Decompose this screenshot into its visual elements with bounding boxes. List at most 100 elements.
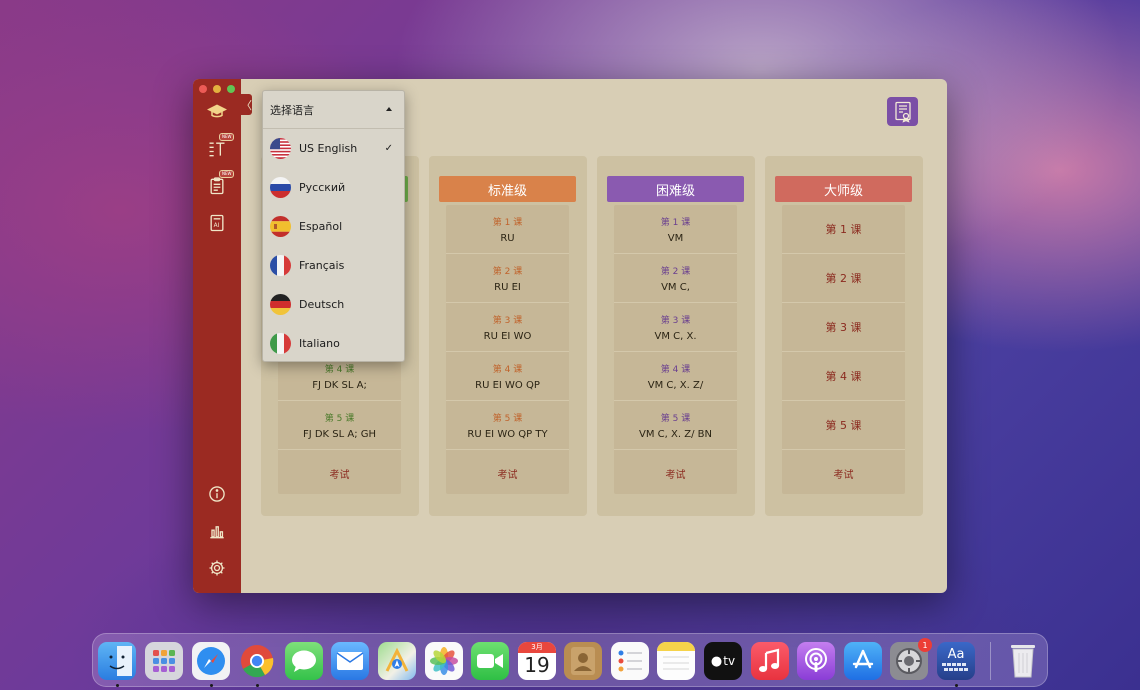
lesson-item[interactable]: 第 3 课 VM C, X. — [614, 303, 737, 352]
language-label: Français — [299, 259, 345, 272]
level-header-hard[interactable]: 困难级 — [607, 176, 744, 202]
lesson-keys: VM C, X. Z/ BN — [639, 428, 712, 440]
language-option-french[interactable]: Français — [263, 246, 404, 285]
facetime-icon[interactable] — [471, 642, 509, 680]
lesson-number: 第 3 课 — [660, 315, 691, 326]
lesson-number: 第 5 课 — [660, 413, 691, 424]
info-icon[interactable] — [205, 483, 229, 505]
lesson-item[interactable]: 第 4 课 — [782, 352, 905, 401]
language-option-spanish[interactable]: Español — [263, 207, 404, 246]
launchpad-icon[interactable] — [145, 642, 183, 680]
lesson-item[interactable]: 第 1 课 — [782, 205, 905, 254]
language-option-us-english[interactable]: US English ✓ — [263, 129, 404, 168]
zoom-window-button[interactable] — [227, 85, 235, 93]
lesson-keys: FJ DK SL A; GH — [302, 428, 377, 440]
level-header-master[interactable]: 大师级 — [775, 176, 912, 202]
lesson-item[interactable]: 第 5 课 RU EI WO QP TY — [446, 401, 569, 450]
exam-item[interactable]: 考试 — [614, 450, 737, 496]
chrome-icon[interactable] — [238, 642, 276, 680]
exam-item[interactable]: 考试 — [446, 450, 569, 496]
lesson-item[interactable]: 第 2 课 VM C, — [614, 254, 737, 303]
new-badge: NEW — [219, 170, 235, 178]
calendar-icon[interactable]: 3月 19 — [518, 642, 556, 680]
lesson-item[interactable]: 第 3 课 RU EI WO — [446, 303, 569, 352]
notes-icon[interactable] — [657, 642, 695, 680]
collapse-sidebar-button[interactable]: 〈 — [241, 94, 252, 115]
lesson-item[interactable]: 第 3 课 — [782, 303, 905, 352]
gear-icon[interactable] — [205, 557, 229, 579]
notification-badge: 1 — [918, 638, 932, 652]
language-dropdown-header[interactable]: 选择语言 — [263, 91, 404, 129]
apple-tv-icon[interactable]: ● tv — [704, 642, 742, 680]
lesson-item[interactable]: 第 1 课 VM — [614, 205, 737, 254]
lesson-item[interactable]: 第 4 课 VM C, X. Z/ — [614, 352, 737, 401]
text-size-icon[interactable]: NEW — [205, 133, 235, 160]
system-preferences-icon[interactable]: 1 — [890, 638, 932, 680]
close-window-button[interactable] — [199, 85, 207, 93]
lesson-number: 第 3 课 — [492, 315, 523, 326]
maps-icon[interactable] — [378, 642, 416, 680]
certificate-button[interactable] — [887, 97, 918, 126]
ai-document-icon[interactable]: AI — [205, 212, 229, 234]
contacts-icon[interactable] — [564, 642, 602, 680]
exam-item[interactable]: 考试 — [278, 450, 401, 496]
tv-label: tv — [723, 654, 736, 668]
spain-flag-icon — [270, 216, 291, 237]
photos-icon[interactable] — [425, 642, 463, 680]
lesson-item[interactable]: 第 5 课 — [782, 401, 905, 450]
language-option-russian[interactable]: Русский — [263, 168, 404, 207]
lesson-item[interactable]: 第 2 课 RU EI — [446, 254, 569, 303]
clipboard-icon[interactable]: NEW — [205, 170, 235, 197]
lesson-keys: RU EI WO QP TY — [467, 428, 548, 440]
lesson-item[interactable]: 第 2 课 — [782, 254, 905, 303]
mail-icon[interactable] — [331, 642, 369, 680]
lesson-item[interactable]: 第 1 课 RU — [446, 205, 569, 254]
lesson-item[interactable]: 第 5 课 FJ DK SL A; GH — [278, 401, 401, 450]
lesson-number: 第 2 课 — [825, 272, 862, 285]
bar-chart-icon[interactable] — [205, 520, 229, 542]
lesson-number: 第 4 课 — [825, 370, 862, 383]
germany-flag-icon — [270, 294, 291, 315]
calendar-day: 19 — [524, 653, 550, 677]
lesson-item[interactable]: 第 4 课 RU EI WO QP — [446, 352, 569, 401]
level-column-standard: 标准级 第 1 课 RU 第 2 课 RU EI 第 3 课 RU EI WO … — [429, 156, 587, 516]
dock: 3月 19 ● tv 1 Aa — [92, 633, 1048, 687]
app-store-icon[interactable] — [844, 642, 882, 680]
language-option-italian[interactable]: Italiano — [263, 324, 404, 361]
lesson-keys: RU — [500, 232, 515, 244]
lesson-keys: RU EI WO — [483, 330, 532, 342]
minimize-window-button[interactable] — [213, 85, 221, 93]
level-header-standard[interactable]: 标准级 — [439, 176, 576, 202]
language-option-german[interactable]: Deutsch — [263, 285, 404, 324]
lesson-list: 第 1 课 RU 第 2 课 RU EI 第 3 课 RU EI WO 第 4 … — [446, 205, 569, 494]
lesson-number: 第 3 课 — [825, 321, 862, 334]
lesson-item[interactable]: 第 5 课 VM C, X. Z/ BN — [614, 401, 737, 450]
lesson-keys: RU EI WO QP — [475, 379, 540, 391]
new-badge: NEW — [219, 133, 235, 141]
music-icon[interactable] — [751, 642, 789, 680]
podcasts-icon[interactable] — [797, 642, 835, 680]
language-label: Русский — [299, 181, 346, 194]
exam-item[interactable]: 考试 — [782, 450, 905, 496]
language-dropdown[interactable]: 选择语言 US English ✓ Русский Español França… — [262, 90, 405, 362]
reminders-icon[interactable] — [611, 642, 649, 680]
language-label: Deutsch — [299, 298, 345, 311]
trash-icon[interactable] — [1004, 642, 1042, 680]
lesson-number: 第 5 课 — [324, 413, 355, 424]
svg-text:AI: AI — [214, 223, 220, 229]
caret-up-icon — [386, 107, 392, 111]
messages-icon[interactable] — [285, 642, 323, 680]
lesson-number: 第 2 课 — [660, 266, 691, 277]
lesson-number: 第 1 课 — [825, 223, 862, 236]
certificate-icon — [894, 101, 911, 123]
dictionary-icon[interactable]: Aa — [937, 642, 975, 680]
graduation-cap-icon[interactable] — [205, 101, 229, 123]
lesson-keys: VM C, X. Z/ — [647, 379, 704, 391]
france-flag-icon — [270, 255, 291, 276]
language-dropdown-title: 选择语言 — [270, 103, 314, 117]
lesson-keys: RU EI — [494, 281, 521, 293]
lesson-number: 第 4 课 — [492, 364, 523, 375]
safari-icon[interactable] — [192, 642, 230, 680]
finder-icon[interactable] — [98, 642, 136, 680]
running-indicator — [256, 684, 259, 687]
